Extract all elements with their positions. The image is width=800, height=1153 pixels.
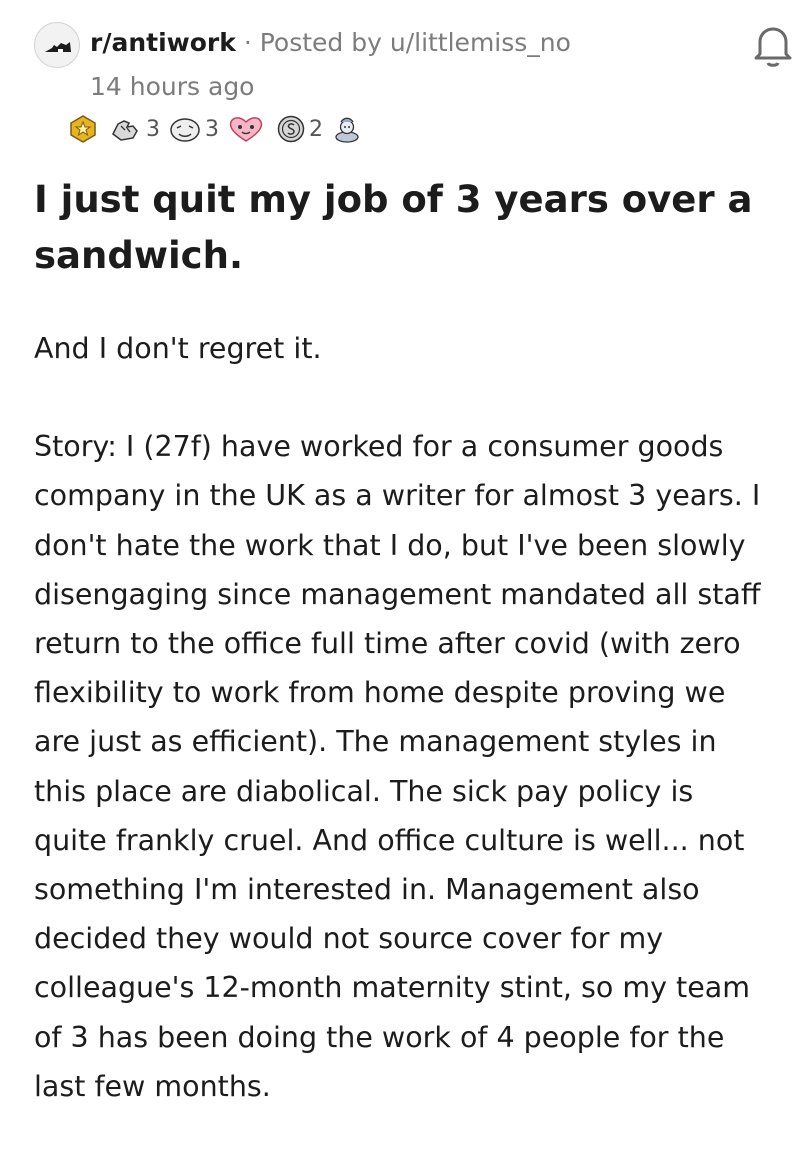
award-gold[interactable] [68, 114, 101, 144]
award-silver[interactable]: 2 [276, 114, 323, 144]
silver-coin-award-icon [277, 115, 305, 143]
post-body: And I don't regret it. Story: I (27f) ha… [34, 324, 774, 1111]
notification-bell-icon[interactable] [749, 21, 797, 73]
meta-separator: · [243, 28, 252, 57]
subreddit-link[interactable]: r/antiwork [90, 28, 236, 57]
gold-star-award-icon [70, 115, 96, 143]
genie-award-icon [335, 117, 359, 143]
heart-eyes-award-icon [229, 117, 263, 142]
author-link[interactable]: Posted by u/littlemiss_no [260, 28, 571, 57]
subreddit-avatar[interactable] [34, 22, 80, 68]
award-face[interactable]: 3 [168, 114, 219, 144]
subreddit-logo-icon [45, 42, 71, 52]
award-heart[interactable] [227, 114, 268, 144]
post-title[interactable]: I just quit my job of 3 years over a san… [34, 172, 774, 284]
post-meta: r/antiwork · Posted by u/littlemiss_no [90, 26, 571, 60]
award-count: 2 [309, 116, 323, 142]
post-age: 14 hours ago [90, 72, 255, 101]
award-genie[interactable] [331, 113, 366, 145]
face-award-icon [170, 118, 200, 142]
post-paragraph: Story: I (27f) have worked for a consume… [34, 430, 761, 1103]
hands-award-icon [112, 120, 138, 141]
award-count: 3 [146, 116, 160, 142]
post-paragraph: And I don't regret it. [34, 332, 322, 365]
award-bar[interactable]: 3 3 2 [68, 112, 374, 146]
award-count: 3 [205, 116, 219, 142]
award-hands[interactable]: 3 [109, 114, 160, 144]
post-header: r/antiwork · Posted by u/littlemiss_no 1… [34, 20, 800, 110]
